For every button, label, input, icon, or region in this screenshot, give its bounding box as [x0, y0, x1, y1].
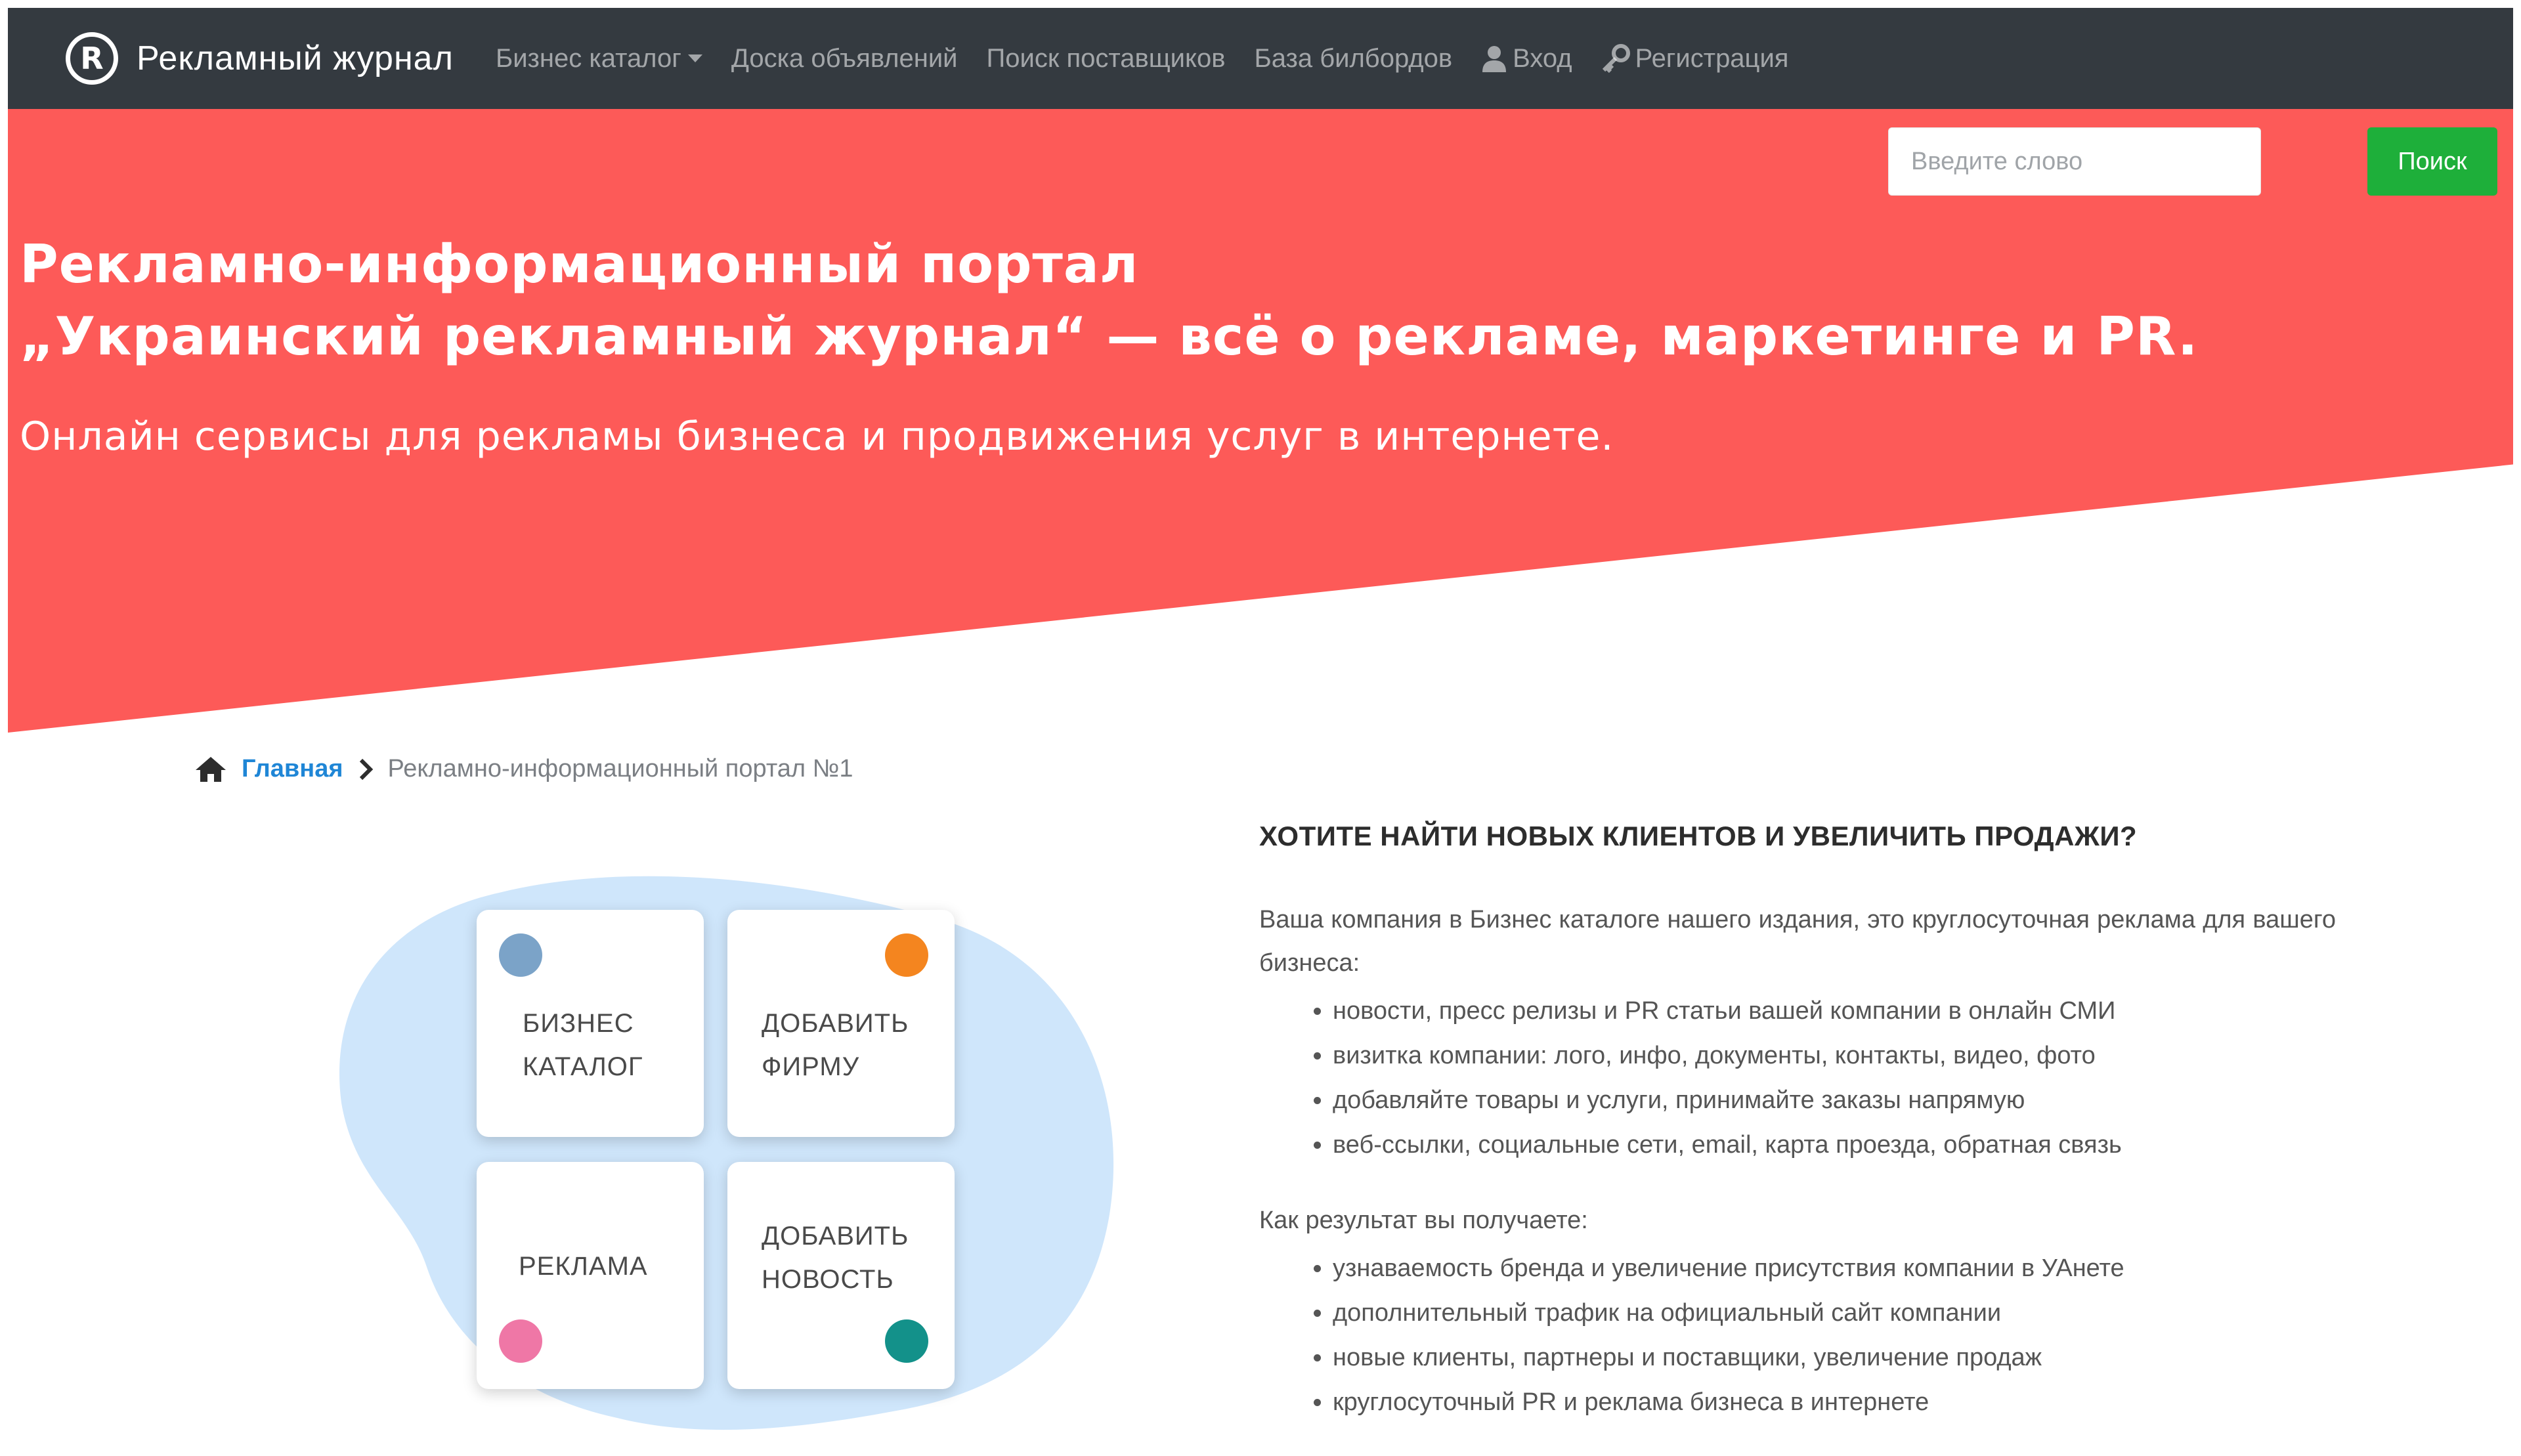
- tile-dot: [499, 1319, 542, 1363]
- nav-login[interactable]: Вход: [1481, 44, 1572, 74]
- tile-label-line-1: Реклама: [519, 1252, 648, 1281]
- registered-logo-icon: R: [66, 32, 118, 85]
- tile-label-line-2: новость: [762, 1265, 894, 1294]
- results-list: узнаваемость бренда и увеличение присутс…: [1259, 1246, 2336, 1424]
- list-item: дополнительный трафик на официальный сай…: [1333, 1291, 2336, 1335]
- brand-name: Рекламный журнал: [137, 39, 454, 77]
- search-input[interactable]: [1888, 127, 2261, 196]
- list-item: круглосуточный PR и реклама бизнеса в ин…: [1333, 1380, 2336, 1424]
- promo-intro: Ваша компания в Бизнес каталоге нашего и…: [1259, 906, 2336, 977]
- list-item: визитка компании: лого, инфо, документы,…: [1333, 1033, 2336, 1078]
- key-icon: [1601, 44, 1630, 73]
- list-item: веб-ссылки, социальные сети, email, карт…: [1333, 1123, 2336, 1167]
- nav-links: Бизнес каталог Доска объявлений Поиск по…: [496, 44, 1818, 74]
- brand-link[interactable]: R Рекламный журнал: [66, 32, 454, 85]
- hero-title: Рекламно-информационный портал „Украинск…: [20, 228, 2449, 373]
- hero-title-line-2: „Украинский рекламный журнал“ — всё о ре…: [20, 306, 2199, 367]
- hero-subtitle: Онлайн сервисы для рекламы бизнеса и про…: [20, 414, 1614, 460]
- nav-link-label: База билбордов: [1254, 43, 1453, 73]
- nav-supplier-search[interactable]: Поиск поставщиков: [987, 44, 1226, 74]
- tile-add-news[interactable]: Добавить новость: [727, 1162, 955, 1389]
- nav-billboard-base[interactable]: База билбордов: [1254, 44, 1452, 74]
- nav-link-label: Вход: [1513, 43, 1572, 73]
- tile-label: Добавить новость: [762, 1214, 909, 1301]
- promo-content: ХОТИТЕ НАЙТИ НОВЫХ КЛИЕНТОВ И УВЕЛИЧИТЬ …: [1259, 821, 2336, 1456]
- list-item: узнаваемость бренда и увеличение присутс…: [1333, 1246, 2336, 1291]
- tile-dot: [885, 933, 928, 977]
- tile-add-company[interactable]: Добавить фирму: [727, 910, 955, 1137]
- tile-dot: [885, 1319, 928, 1363]
- search-button[interactable]: Поиск: [2367, 127, 2497, 196]
- results-intro: Как результат вы получаете:: [1259, 1207, 1588, 1234]
- nav-business-catalog-dropdown[interactable]: Бизнес каталог: [496, 44, 702, 74]
- list-item: новые клиенты, партнеры и поставщики, ув…: [1333, 1335, 2336, 1380]
- user-icon: [1481, 45, 1507, 72]
- benefits-list: новости, пресс релизы и PR статьи вашей …: [1259, 989, 2336, 1167]
- breadcrumb: Главная Рекламно-информационный портал №…: [194, 755, 853, 783]
- nav-link-label: Регистрация: [1635, 43, 1789, 73]
- tile-business-catalog[interactable]: Бизнес каталог: [477, 910, 704, 1137]
- nav-link-label: Доска объявлений: [731, 43, 958, 73]
- breadcrumb-current: Рекламно-информационный портал №1: [387, 755, 853, 782]
- tile-label: Добавить фирму: [762, 1002, 909, 1088]
- tile-label-line-2: фирму: [762, 1052, 860, 1081]
- chevron-right-icon: [358, 758, 374, 781]
- nav-link-label: Бизнес каталог: [495, 43, 681, 73]
- nav-link-label: Поиск поставщиков: [986, 43, 1226, 73]
- tile-advertising[interactable]: Реклама: [477, 1162, 704, 1389]
- promo-heading: ХОТИТЕ НАЙТИ НОВЫХ КЛИЕНТОВ И УВЕЛИЧИТЬ …: [1259, 821, 2138, 851]
- nav-bulletin-board[interactable]: Доска объявлений: [731, 44, 958, 74]
- tile-label: Бизнес каталог: [523, 1002, 643, 1088]
- tile-label-line-1: Бизнес: [523, 1009, 634, 1038]
- tile-label: Реклама: [519, 1245, 648, 1288]
- hero-title-line-1: Рекламно-информационный портал: [20, 234, 1139, 295]
- nav-register[interactable]: Регистрация: [1601, 43, 1789, 74]
- top-navbar: R Рекламный журнал Бизнес каталог Доска …: [8, 8, 2513, 109]
- tile-label-line-1: Добавить: [762, 1009, 909, 1038]
- caret-down-icon: [687, 54, 702, 62]
- tile-dot: [499, 933, 542, 977]
- tile-label-line-2: каталог: [523, 1052, 643, 1081]
- list-item: новости, пресс релизы и PR статьи вашей …: [1333, 989, 2336, 1033]
- home-icon: [194, 756, 227, 783]
- tile-label-line-1: Добавить: [762, 1222, 909, 1251]
- breadcrumb-home-link[interactable]: Главная: [242, 755, 343, 783]
- list-item: добавляйте товары и услуги, принимайте з…: [1333, 1078, 2336, 1123]
